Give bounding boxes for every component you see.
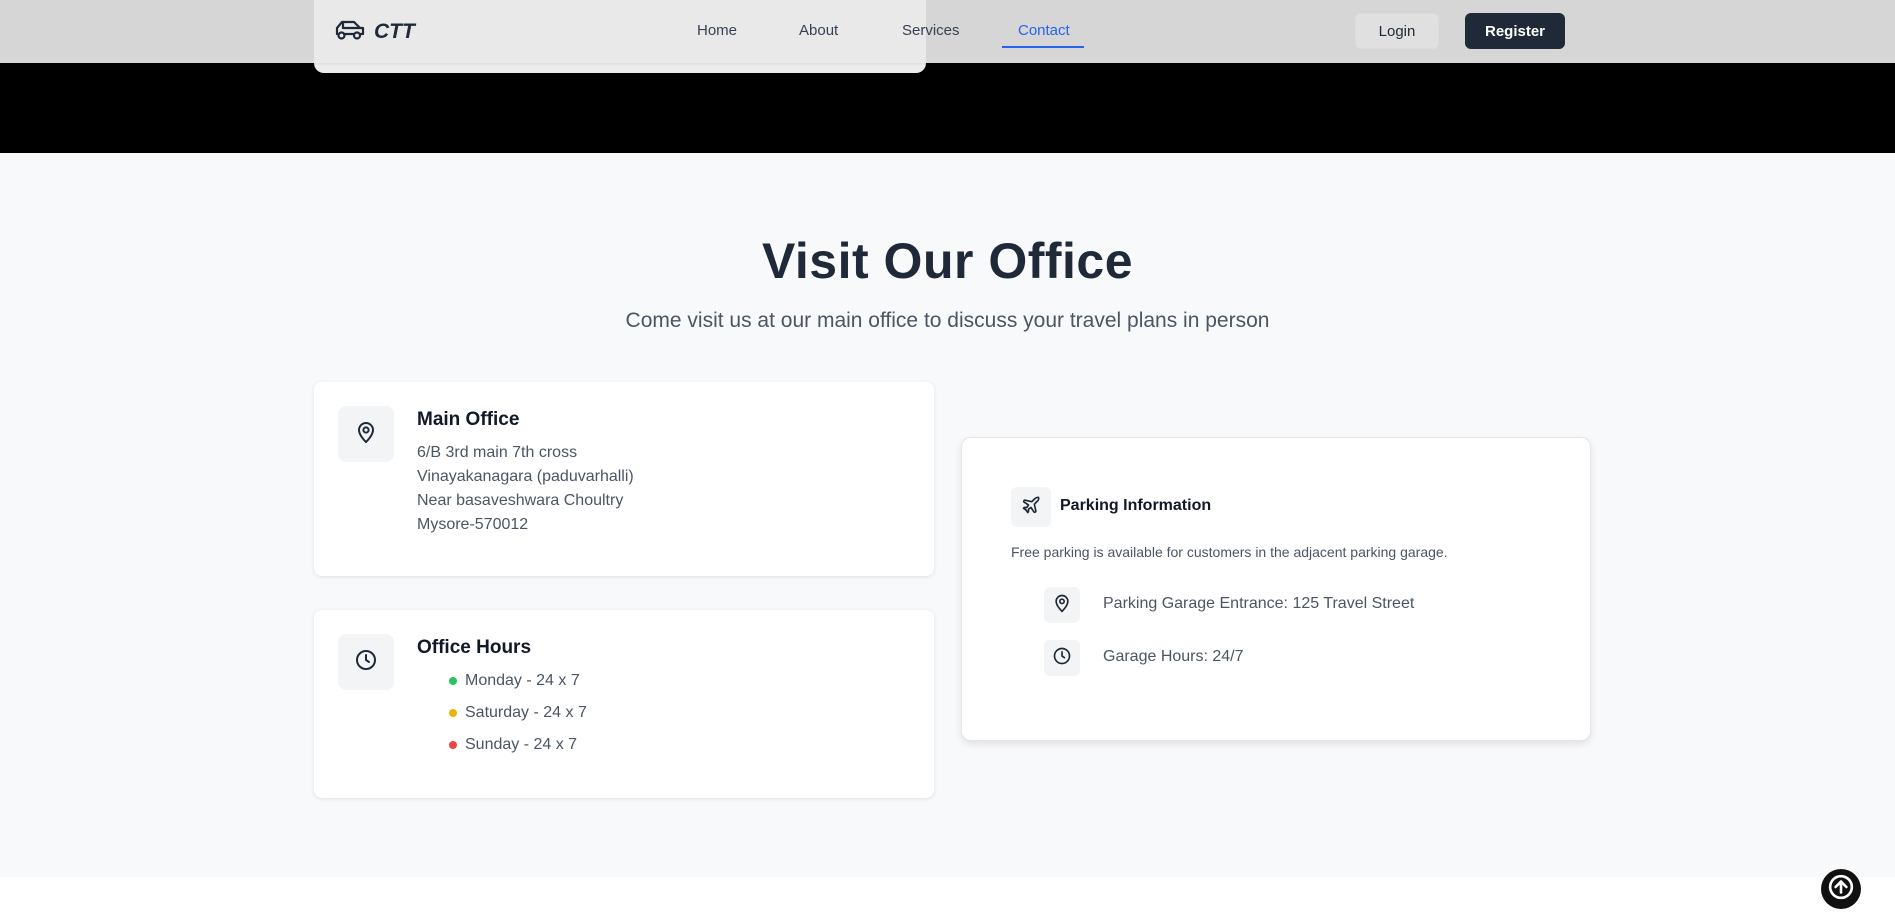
scroll-to-top-button[interactable] [1821, 869, 1861, 909]
hours-item-monday: Monday - 24 x 7 [449, 672, 580, 690]
navbar: CTT Home About Services Contact Login Re… [0, 0, 1895, 63]
main-office-icon-box [338, 406, 394, 462]
section-title: Visit Our Office [761, 233, 1134, 289]
status-dot-red [449, 741, 457, 749]
arrow-up-icon [1828, 874, 1854, 905]
nav-services[interactable]: Services [902, 22, 960, 39]
login-button[interactable]: Login [1355, 13, 1439, 49]
address-line: Mysore-570012 [417, 516, 529, 533]
parking-icon-box [1011, 487, 1051, 527]
parking-info-card: Parking Information Free parking is avai… [961, 437, 1591, 741]
garage-hours-icon-box [1044, 640, 1080, 676]
address-line: 6/B 3rd main 7th cross [417, 444, 578, 461]
nav-home[interactable]: Home [697, 22, 737, 39]
section-subtitle: Come visit us at our main office to disc… [625, 309, 1270, 332]
clock-icon [1052, 646, 1072, 671]
nav-links: Home About Services Contact [0, 22, 1895, 46]
register-button[interactable]: Register [1465, 13, 1565, 49]
nav-contact[interactable]: Contact [1018, 22, 1070, 39]
map-pin-icon [354, 420, 378, 449]
parking-description: Free parking is available for customers … [1011, 544, 1448, 560]
status-dot-green [449, 677, 457, 685]
nav-active-indicator [1002, 46, 1084, 48]
parking-title: Parking Information [1060, 497, 1212, 514]
hours-label: Monday - 24 x 7 [465, 672, 580, 689]
plane-icon [1021, 495, 1041, 520]
status-dot-yellow [449, 709, 457, 717]
hours-item-sunday: Sunday - 24 x 7 [449, 736, 577, 754]
main-office-title: Main Office [417, 409, 520, 430]
nav-about[interactable]: About [799, 22, 838, 39]
hours-label: Saturday - 24 x 7 [465, 704, 587, 721]
office-hours-icon-box [338, 634, 394, 690]
garage-hours-text: Garage Hours: 24/7 [1103, 648, 1244, 665]
parking-entrance-text: Parking Garage Entrance: 125 Travel Stre… [1103, 595, 1415, 612]
office-hours-title: Office Hours [417, 637, 532, 658]
parking-entrance-icon-box [1044, 587, 1080, 623]
office-hours-card: Office Hours Monday - 24 x 7 Saturday - … [314, 610, 934, 798]
hours-item-saturday: Saturday - 24 x 7 [449, 704, 587, 722]
clock-icon [354, 648, 378, 677]
address-line: Near basaveshwara Choultry [417, 492, 624, 509]
address-line: Vinayakanagara (paduvarhalli) [417, 468, 634, 485]
map-pin-icon [1052, 593, 1072, 618]
hours-label: Sunday - 24 x 7 [465, 736, 578, 753]
footer-edge [0, 877, 1895, 912]
main-office-card: Main Office 6/B 3rd main 7th cross Vinay… [314, 382, 934, 576]
